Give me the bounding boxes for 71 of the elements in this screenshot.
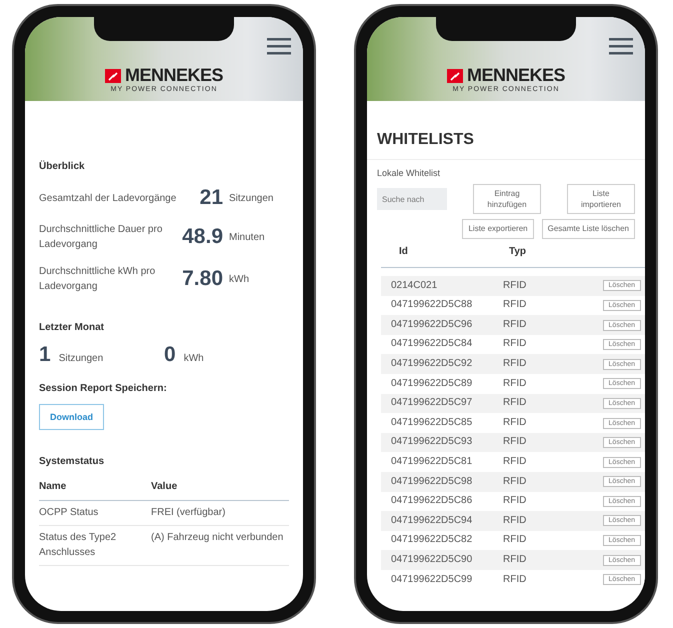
table-cell-text: 047199622D5C82 xyxy=(391,533,474,548)
section-title: Letzter Monat xyxy=(39,322,105,333)
table-cell-text: RFID xyxy=(503,474,528,489)
table-cell-text: RFID xyxy=(503,572,528,587)
brand-name: MENNEKES xyxy=(124,65,223,86)
action-button[interactable]: Eintrag hinzufügen xyxy=(473,184,541,214)
stat-unit: Sitzungen xyxy=(58,353,104,364)
brand-name: MENNEKES xyxy=(466,65,565,86)
table-cell-text: 047199622D5C93 xyxy=(391,435,474,450)
table-cell-text: OCPP Status xyxy=(39,506,100,520)
search-field[interactable]: Suche nach xyxy=(377,188,447,210)
section-subtitle: Lokale Whitelist xyxy=(376,167,442,180)
column-header: Id xyxy=(399,244,409,259)
logo-icon xyxy=(446,68,463,82)
table-cell-text: 047199622D5C92 xyxy=(391,356,474,371)
column-header: Value xyxy=(151,480,178,494)
stat-unit: kWh xyxy=(229,274,250,284)
stat-value: 21 xyxy=(200,186,223,210)
table-cell-text: 047199622D5C86 xyxy=(391,494,474,508)
stat-unit: kWh xyxy=(184,353,204,364)
action-button[interactable]: Liste importieren xyxy=(567,184,635,214)
stat-value: 1 xyxy=(39,343,51,367)
table-cell-text: 047199622D5C81 xyxy=(391,454,474,469)
table-cell-text: RFID xyxy=(503,396,528,410)
stat-value: 0 xyxy=(164,343,176,367)
table-cell-text: RFID xyxy=(503,356,528,371)
table-cell-text: 047199622D5C98 xyxy=(391,474,474,489)
table-cell-text: RFID xyxy=(503,533,528,548)
table-cell-text: (A) Fahrzeug nicht verbunden xyxy=(151,531,284,545)
table-cell-text: 047199622D5C99 xyxy=(391,572,474,587)
table-cell-text: RFID xyxy=(503,337,528,352)
action-button[interactable]: Liste exportieren xyxy=(462,219,534,239)
stat-label: Durchschnittliche Dauer pro Ladevorgang xyxy=(39,223,164,252)
section-title: Überblick xyxy=(39,161,86,172)
action-button[interactable]: Gesamte Liste löschen xyxy=(542,219,635,239)
stat-value: 7.80 xyxy=(182,267,223,291)
table-cell-text: RFID xyxy=(503,454,528,469)
table-cell-text: RFID xyxy=(503,552,528,567)
table-cell-text: RFID xyxy=(503,278,528,293)
table-cell-text: RFID xyxy=(503,376,528,391)
menu-icon[interactable] xyxy=(609,37,633,55)
table-cell-text: RFID xyxy=(503,494,528,508)
table-cell-text: RFID xyxy=(503,435,528,450)
table-cell-text: RFID xyxy=(503,416,528,430)
section-title: Systemstatus xyxy=(39,456,106,467)
menu-icon[interactable] xyxy=(267,37,291,55)
stat-label: Durchschnittliche kWh pro Ladevorgang xyxy=(39,265,156,294)
column-header: Typ xyxy=(509,244,528,259)
table-cell-text: 047199622D5C96 xyxy=(391,318,474,332)
logo-icon xyxy=(104,68,121,82)
table-cell-text: RFID xyxy=(503,514,528,528)
stat-unit: Minuten xyxy=(229,232,266,242)
table-cell-text: RFID xyxy=(503,318,528,332)
stat-unit: Sitzungen xyxy=(229,192,274,204)
table-cell-text: 047199622D5C84 xyxy=(391,337,474,352)
table-cell-text: FREI (verfügbar) xyxy=(151,506,226,520)
table-cell-text: 047199622D5C90 xyxy=(391,552,474,567)
table-cell-text: RFID xyxy=(503,298,528,312)
stat-value: 48.9 xyxy=(182,225,223,249)
table-cell-text: 0214C021 xyxy=(391,278,438,293)
table-cell-text: 047199622D5C97 xyxy=(391,396,474,410)
table-cell-text: 047199622D5C89 xyxy=(391,376,474,391)
table-cell-text: 047199622D5C85 xyxy=(391,416,474,430)
table-cell-text: 047199622D5C88 xyxy=(391,298,474,312)
stat-label: Gesamtzahl der Ladevorgänge xyxy=(39,192,178,206)
section-title: Session Report Speichern: xyxy=(39,383,168,394)
table-cell-text: Status des Type2 Anschlusses xyxy=(39,531,118,560)
page-title: WHITELISTS xyxy=(367,131,645,160)
download-button[interactable]: Download xyxy=(39,404,104,430)
column-header: Name xyxy=(39,480,68,494)
table-cell-text: 047199622D5C94 xyxy=(391,514,474,528)
